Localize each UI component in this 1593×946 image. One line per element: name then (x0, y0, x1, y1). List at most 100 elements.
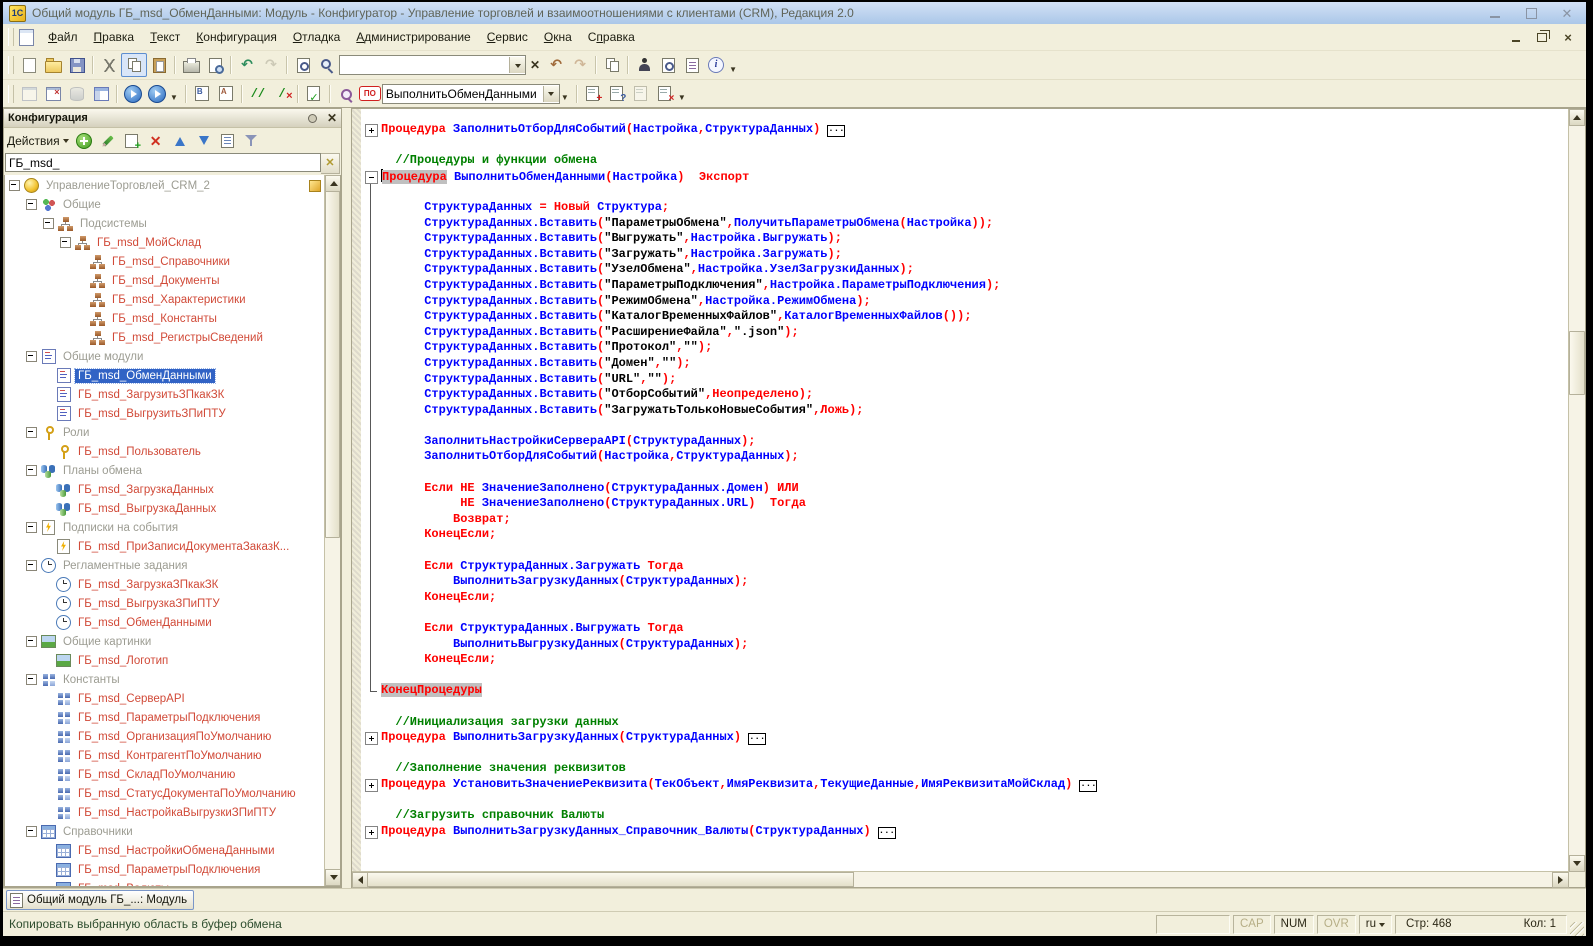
edit-button[interactable] (99, 132, 117, 150)
move-down-button[interactable] (195, 132, 213, 150)
code-line[interactable]: Процедура ВыполнитьОбменДанными(Настройк… (361, 169, 1569, 185)
toolbar-grip[interactable] (8, 85, 14, 103)
tree-item[interactable]: ГБ_msd_ВыгрузитьЗПиПТУ (5, 404, 325, 423)
tree-item[interactable]: ГБ_msd_Документы (5, 271, 325, 290)
scroll-down-arrow[interactable] (1569, 855, 1585, 872)
tree-item[interactable]: ГБ_msd_Характеристики (5, 290, 325, 309)
maximize-button[interactable] (1524, 6, 1538, 20)
code-line[interactable]: СтруктураДанных.Вставить("УзелОбмена",На… (361, 262, 1569, 278)
scrollbar-thumb[interactable] (1569, 331, 1585, 395)
code-line[interactable]: КонецЕсли; (361, 652, 1569, 668)
code-line[interactable]: КонецПроцедуры (361, 683, 1569, 699)
tree-item[interactable]: ГБ_msd_Константы (5, 309, 325, 328)
procedure-combo[interactable]: ВыполнитьОбменДанными (382, 84, 560, 104)
toggle-bookmark-button[interactable] (581, 83, 605, 105)
tree-item[interactable]: ГБ_msd_ВыгрузкаЗПиПТУ (5, 594, 325, 613)
collapsed-body-box[interactable]: ... (827, 125, 845, 137)
find-button[interactable] (291, 54, 315, 76)
code-line[interactable]: //Инициализация загрузки данных (361, 715, 1569, 731)
code-line[interactable]: Процедура ВыполнитьЗагрузкуДанных(Структ… (361, 730, 1569, 746)
tree-item[interactable]: ГБ_msd_РегистрыСведений (5, 328, 325, 347)
paste-button[interactable] (147, 54, 171, 76)
code-line[interactable]: СтруктураДанных.Вставить("Выгружать",Нас… (361, 231, 1569, 247)
menu-item-файл[interactable]: Файл (40, 27, 86, 47)
save-template-button[interactable] (190, 83, 214, 105)
syntax-assistant-button[interactable] (632, 54, 656, 76)
check-module-button[interactable] (302, 83, 326, 105)
start-debugging-button[interactable] (121, 83, 145, 105)
add-object-button[interactable] (123, 132, 141, 150)
menu-item-отладка[interactable]: Отладка (285, 27, 348, 47)
mdi-minimize-button[interactable] (1508, 30, 1524, 44)
code-line[interactable]: СтруктураДанных.Вставить("Протокол",""); (361, 340, 1569, 356)
tree-item[interactable]: ГБ_msd_ОбменДанными (5, 366, 325, 385)
start-debugging-options-button[interactable] (145, 83, 169, 105)
tree-item[interactable]: ГБ_msd_ОбменДанными (5, 613, 325, 632)
save-button[interactable] (65, 54, 89, 76)
add-button[interactable] (75, 132, 93, 150)
chevron-down-icon[interactable] (543, 86, 559, 102)
tree-item[interactable]: Справочники (5, 822, 325, 841)
undo-button[interactable]: ↶ (235, 54, 259, 76)
new-button[interactable] (17, 54, 41, 76)
code-line[interactable]: Если НЕ ЗначениеЗаполнено(СтруктураДанны… (361, 481, 1569, 497)
tree-item[interactable]: ГБ_msd_Справочники (5, 252, 325, 271)
code-line[interactable]: ЗаполнитьНастройкиСервераAPI(СтруктураДа… (361, 434, 1569, 450)
menu-item-администрирование[interactable]: Администрирование (348, 27, 478, 47)
code-line[interactable]: //Заполнение значения реквизитов (361, 761, 1569, 777)
tree-item[interactable]: ГБ_msd_МойСклад (5, 233, 325, 252)
fold-collapse-icon[interactable] (365, 171, 378, 184)
print-button[interactable] (179, 54, 203, 76)
code-line[interactable] (361, 699, 1569, 715)
code-line[interactable]: Процедура ЗаполнитьОтборДляСобытий(Настр… (361, 122, 1569, 138)
tree-item[interactable]: Роли (5, 423, 325, 442)
filter-button[interactable] (243, 132, 261, 150)
code-line[interactable]: СтруктураДанных.Вставить("ЗагружатьТольк… (361, 403, 1569, 419)
code-line[interactable]: НЕ ЗначениеЗаполнено(СтруктураДанных.URL… (361, 496, 1569, 512)
tree-collapse-icon[interactable] (26, 826, 37, 837)
sort-list-button[interactable] (219, 132, 237, 150)
code-line[interactable]: СтруктураДанных.Вставить("ОтборСобытий",… (361, 387, 1569, 403)
pin-icon[interactable] (308, 114, 317, 123)
code-line[interactable]: СтруктураДанных.Вставить("Загружать",Нас… (361, 247, 1569, 263)
menu-item-сервис[interactable]: Сервис (479, 27, 536, 47)
code-line[interactable]: Процедура ВыполнитьЗагрузкуДанных_Справо… (361, 824, 1569, 840)
menu-item-правка[interactable]: Правка (86, 27, 143, 47)
search-combo[interactable] (339, 55, 526, 75)
editor-horizontal-scrollbar[interactable] (352, 871, 1569, 887)
toolbar-grip[interactable] (8, 56, 14, 74)
open-button[interactable] (41, 54, 65, 76)
code-line[interactable]: Возврат; (361, 512, 1569, 528)
tree-collapse-icon[interactable] (60, 237, 71, 248)
code-area[interactable]: Процедура ЗаполнитьОтборДляСобытий(Настр… (352, 109, 1569, 872)
code-line[interactable]: ЗаполнитьОтборДляСобытий(Настройка,Струк… (361, 449, 1569, 465)
editor-vertical-scrollbar[interactable] (1568, 109, 1585, 872)
find-next-button[interactable]: ↷ (568, 54, 592, 76)
tree-collapse-icon[interactable] (26, 199, 37, 210)
tree-item[interactable]: ГБ_msd_Логотип (5, 651, 325, 670)
scroll-down-arrow[interactable] (325, 869, 341, 886)
tree-item[interactable]: УправлениеТорговлей_CRM_2 (5, 176, 325, 195)
search-help-button[interactable] (656, 54, 680, 76)
code-line[interactable]: СтруктураДанных.Вставить("КаталогВременн… (361, 309, 1569, 325)
code-line[interactable] (361, 605, 1569, 621)
tree-filter-input[interactable] (5, 153, 321, 172)
tree-collapse-icon[interactable] (26, 465, 37, 476)
tree-item[interactable]: ГБ_msd_СкладПоУмолчанию (5, 765, 325, 784)
close-window-button[interactable] (41, 83, 65, 105)
tree-item[interactable]: Общие (5, 195, 325, 214)
copy-windows-button[interactable] (600, 54, 624, 76)
clear-bookmarks-button[interactable] (653, 83, 677, 105)
scrollbar-thumb[interactable] (325, 191, 340, 538)
collapsed-body-box[interactable]: ... (748, 733, 766, 745)
tree-vertical-scrollbar[interactable] (324, 175, 340, 886)
code-line[interactable]: Если СтруктураДанных.Загружать Тогда (361, 559, 1569, 575)
code-line[interactable]: СтруктураДанных.Вставить("ПараметрыОбмен… (361, 216, 1569, 232)
tree-collapse-icon[interactable] (26, 560, 37, 571)
module-window-tab[interactable]: Общий модуль ГБ_...: Модуль (6, 890, 194, 910)
code-line[interactable]: КонецЕсли; (361, 590, 1569, 606)
collapsed-body-box[interactable]: ... (1079, 780, 1097, 792)
mdi-close-button[interactable]: × (1560, 30, 1576, 44)
menu-item-текст[interactable]: Текст (142, 27, 188, 47)
scroll-right-arrow[interactable] (1552, 872, 1569, 888)
